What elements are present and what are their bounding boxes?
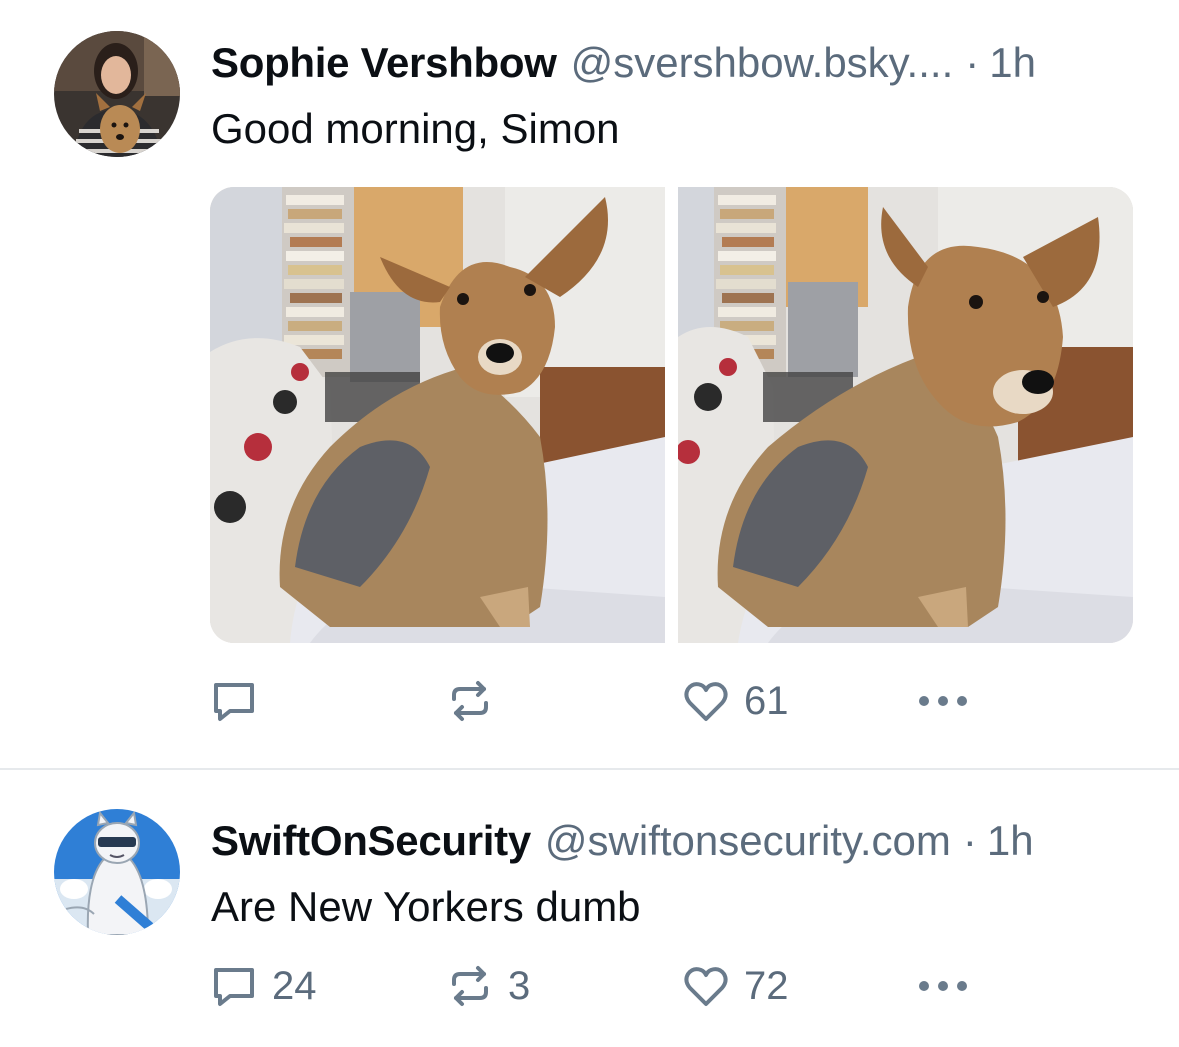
author-name[interactable]: SwiftOnSecurity — [211, 811, 531, 871]
author-handle[interactable]: @svershbow.bsky.... — [571, 33, 954, 93]
repost-button[interactable] — [446, 676, 508, 726]
post-text: Good morning, Simon — [211, 105, 620, 152]
reply-icon — [210, 677, 258, 725]
author-avatar[interactable] — [54, 31, 180, 157]
reply-button[interactable] — [210, 676, 272, 726]
like-count: 72 — [744, 963, 789, 1008]
heart-icon — [682, 962, 730, 1010]
author-name[interactable]: Sophie Vershbow — [211, 33, 557, 93]
repost-icon — [446, 677, 494, 725]
header-separator: · — [962, 817, 977, 864]
post-image[interactable] — [678, 187, 1133, 643]
feed-post[interactable]: SwiftOnSecurity @swiftonsecurity.com · 1… — [0, 771, 1179, 1047]
like-button[interactable]: 72 — [682, 961, 789, 1011]
post-text: Are New Yorkers dumb — [211, 883, 641, 930]
author-avatar[interactable] — [54, 809, 180, 935]
reply-button[interactable]: 24 — [210, 961, 317, 1011]
post-actions: 61 — [210, 676, 990, 726]
header-separator: · — [965, 39, 980, 86]
feed-post[interactable]: Sophie Vershbow @svershbow.bsky.... · 1h… — [0, 0, 1179, 770]
reply-icon — [210, 962, 258, 1010]
post-actions: 24 3 72 — [210, 961, 990, 1011]
more-options-button[interactable] — [916, 676, 970, 726]
post-image[interactable] — [210, 187, 665, 643]
post-timestamp[interactable]: 1h — [989, 33, 1036, 93]
heart-icon — [682, 677, 730, 725]
author-handle[interactable]: @swiftonsecurity.com — [545, 811, 951, 871]
like-button[interactable]: 61 — [682, 676, 789, 726]
post-header: SwiftOnSecurity @swiftonsecurity.com · 1… — [211, 811, 1135, 871]
reply-count: 24 — [272, 963, 317, 1008]
repost-icon — [446, 962, 494, 1010]
more-options-button[interactable] — [916, 961, 970, 1011]
post-divider — [0, 768, 1179, 770]
post-header: Sophie Vershbow @svershbow.bsky.... · 1h — [211, 33, 1135, 93]
like-count: 61 — [744, 678, 789, 723]
repost-button[interactable]: 3 — [446, 961, 530, 1011]
more-options-icon — [916, 976, 970, 996]
more-options-icon — [916, 691, 970, 711]
image-gallery — [210, 187, 1134, 643]
post-timestamp[interactable]: 1h — [987, 811, 1034, 871]
repost-count: 3 — [508, 963, 531, 1008]
